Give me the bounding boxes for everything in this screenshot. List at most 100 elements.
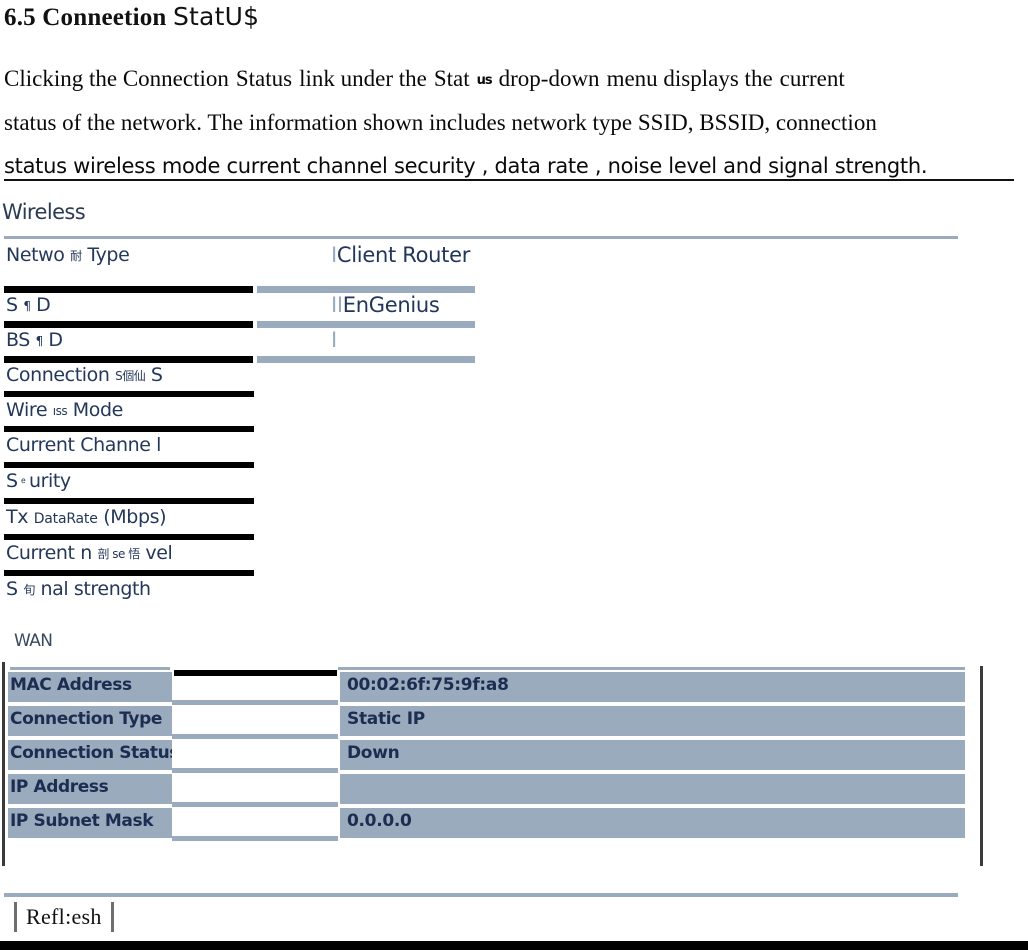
wireless-label-artifact: DataRate xyxy=(33,511,98,527)
paragraph-text-e: current xyxy=(779,66,845,91)
wireless-row-separator xyxy=(4,321,253,328)
wireless-label-tail: vel xyxy=(145,542,173,564)
wan-table-row: Connection Status Down xyxy=(0,740,1028,774)
wireless-row-separator xyxy=(4,286,253,293)
intro-paragraph-line-1: Clicking the Connection Status link under … xyxy=(4,66,1024,92)
wan-column-separator xyxy=(172,836,338,841)
wireless-row-label: S ¶ D xyxy=(6,294,51,316)
wireless-label-main: S xyxy=(6,470,18,492)
wireless-row-label: Connection S個仙 S xyxy=(6,364,163,386)
wireless-value-cursor-icon: I xyxy=(331,328,337,352)
wireless-row-value: IIEnGenius xyxy=(331,293,440,317)
wireless-row-value: IClient Router xyxy=(331,243,470,267)
paragraph-text-c: drop-down xyxy=(498,66,600,91)
wireless-row-label: Tx DataRate (Mbps) xyxy=(6,506,167,528)
intro-paragraph-line-3: status wireless mode current channel sec… xyxy=(4,154,1014,181)
wireless-value-text: EnGenius xyxy=(342,293,440,317)
wireless-value-text: Client Router xyxy=(336,243,471,267)
wan-column-top-bar xyxy=(174,670,337,676)
wan-table-top-rule-right xyxy=(338,667,965,670)
wireless-label-tail: D xyxy=(36,294,51,316)
wireless-value-separator xyxy=(257,321,475,328)
wan-key-label: IP Address xyxy=(10,777,109,797)
wan-value-cell xyxy=(340,706,965,736)
wireless-label-tail: Mode xyxy=(72,399,124,421)
wan-value-text: 00:02:6f:75:9f:a8 xyxy=(347,675,509,695)
wan-value-cell xyxy=(340,808,965,838)
wireless-row-label: BS ¶ D xyxy=(6,329,63,351)
wireless-label-tail: l xyxy=(156,434,162,456)
wan-value-cell xyxy=(340,740,965,770)
wireless-row-label: Wire ıss Mode xyxy=(6,399,123,421)
wireless-label-main: S xyxy=(6,578,18,600)
wireless-label-main: BS xyxy=(6,329,30,351)
wireless-row-label: Current Channe l xyxy=(6,434,161,456)
wireless-label-artifact: ¶ xyxy=(23,299,31,313)
wan-value-text: 0.0.0.0 xyxy=(347,811,412,831)
wan-column-separator xyxy=(172,768,338,773)
footer-rule xyxy=(4,893,958,897)
wireless-label-artifact: 旬 xyxy=(23,583,35,597)
wireless-label-tail: Type xyxy=(87,244,130,266)
wireless-label-tail: nal strength xyxy=(40,578,151,600)
wireless-row-label: S 旬 nal strength xyxy=(6,578,151,600)
wan-key-label: MAC Address xyxy=(10,675,132,695)
wireless-value-separator xyxy=(257,286,475,293)
refresh-button-label: Refl:esh xyxy=(26,904,102,929)
wireless-row-label: S ͤ urity xyxy=(6,470,71,492)
wireless-label-main: Wire xyxy=(6,399,48,421)
wan-table-row: Connection Type Static IP xyxy=(0,706,1028,740)
page-bottom-band xyxy=(0,941,1028,950)
wan-column-separator xyxy=(172,700,338,705)
wireless-row-separator xyxy=(4,426,254,432)
wan-key-label: Connection Status xyxy=(10,743,180,763)
wireless-row-separator xyxy=(4,356,253,363)
wireless-label-artifact: ¶ xyxy=(35,334,44,348)
wireless-row-separator xyxy=(4,391,254,397)
wireless-row: S 旬 nal strength xyxy=(0,578,1028,612)
wireless-label-artifact: S個仙 xyxy=(115,369,146,383)
wireless-value-separator xyxy=(257,356,475,363)
wireless-label-artifact: 剖 se 悟 xyxy=(97,547,140,561)
wan-key-label: Connection Type xyxy=(10,709,162,729)
wan-table-row: IP Subnet Mask 0.0.0.0 xyxy=(0,808,1028,842)
page-title-number: 6.5 Conneetion xyxy=(4,4,167,31)
wireless-row-separator xyxy=(4,462,254,468)
wan-value-cell xyxy=(340,774,965,804)
wireless-label-main: Netwo xyxy=(6,244,65,266)
wireless-section-caption: Wireless xyxy=(2,200,86,224)
button-right-edge-icon xyxy=(110,902,114,932)
wan-table-top-rule-left xyxy=(10,667,170,670)
wireless-row-label: Current n 剖 se 悟 vel xyxy=(6,542,173,564)
wireless-row: Netwo 耐 Type IClient Router xyxy=(0,243,1028,278)
wireless-label-main: Current Channe xyxy=(6,434,151,456)
wireless-row-separator xyxy=(4,570,254,576)
wireless-label-main: Tx xyxy=(6,506,29,528)
wan-table-row: MAC Address 00:02:6f:75:9f:a8 xyxy=(0,672,1028,706)
page-title: 6.5 Conneetion StatU$ xyxy=(4,2,259,32)
wireless-label-tail: D xyxy=(48,329,63,351)
wireless-label-main: S xyxy=(6,294,18,316)
paragraph-ocr-artifact: us xyxy=(476,73,493,88)
page-title-tail: StatU$ xyxy=(172,2,260,31)
wireless-row-separator xyxy=(4,498,254,504)
wan-section-caption: WAN xyxy=(14,631,53,651)
wireless-label-artifact: 耐 xyxy=(70,249,82,263)
wan-column-separator xyxy=(172,734,338,739)
wireless-label-main: Current n xyxy=(6,542,92,564)
paragraph-text-d: menu displays the xyxy=(606,66,773,91)
wireless-value-cursor-icon: II xyxy=(331,293,343,317)
wireless-status-table: Netwo 耐 Type IClient Router S ¶ D IIEnGeniu… xyxy=(0,236,1028,608)
wireless-table-top-rule xyxy=(4,236,958,239)
wireless-label-tail: S xyxy=(150,364,163,386)
wireless-label-tail: urity xyxy=(28,470,71,492)
wan-column-separator xyxy=(172,802,338,807)
paragraph-text-b: link under the xyxy=(299,66,427,91)
wireless-row-label: Netwo 耐 Type xyxy=(6,244,130,266)
wan-table-row: IP Address xyxy=(0,774,1028,808)
refresh-button[interactable]: Refl:esh xyxy=(14,901,114,933)
paragraph-text-a: Clicking the Connection xyxy=(4,66,229,91)
paragraph-link-status: Status xyxy=(235,66,293,91)
wan-value-text: Static IP xyxy=(347,709,425,729)
wireless-label-artifact: ıss xyxy=(52,404,68,418)
